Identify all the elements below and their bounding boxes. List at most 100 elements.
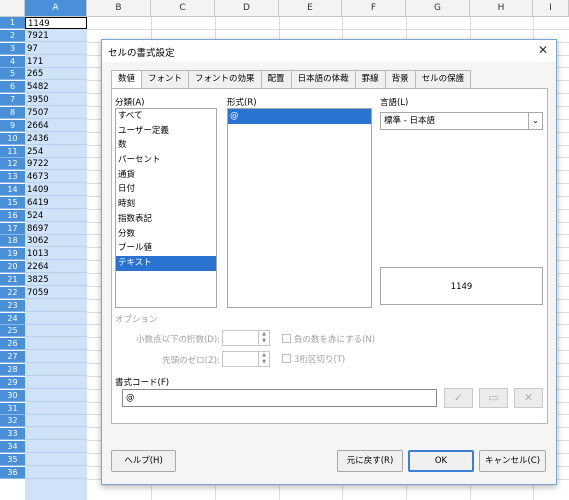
row-header[interactable]: 6 — [0, 81, 25, 94]
row-header[interactable]: 9 — [0, 119, 25, 132]
cell-a[interactable] — [25, 364, 87, 376]
cell-a[interactable]: 3825 — [25, 274, 87, 286]
category-item[interactable]: 日付 — [116, 182, 216, 197]
accept-icon[interactable]: ✓ — [444, 388, 473, 408]
row-header[interactable]: 11 — [0, 145, 25, 158]
cell-a[interactable]: 97 — [25, 43, 87, 55]
tab-font[interactable]: フォント — [141, 70, 190, 88]
row-header[interactable]: 12 — [0, 158, 25, 171]
category-item-selected[interactable]: テキスト — [116, 255, 216, 271]
cell-a[interactable]: 2664 — [25, 120, 87, 132]
column-header-b[interactable]: B — [87, 0, 151, 17]
column-header-e[interactable]: E — [279, 0, 342, 17]
format-list[interactable]: @ — [227, 108, 372, 308]
tab-borders[interactable]: 罫線 — [354, 70, 386, 88]
cell-a[interactable]: 1149 — [25, 17, 87, 29]
cell-a[interactable]: 1409 — [25, 184, 87, 197]
cell-a[interactable]: 3950 — [25, 94, 87, 107]
row-header[interactable]: 28 — [0, 363, 25, 376]
cell-a[interactable] — [25, 403, 87, 415]
cell-a[interactable]: 9722 — [25, 158, 87, 171]
row-header[interactable]: 15 — [0, 196, 25, 209]
help-button[interactable]: ヘルプ(H) — [111, 450, 176, 472]
row-header[interactable]: 5 — [0, 68, 25, 81]
row-header[interactable]: 36 — [0, 466, 25, 479]
row-header[interactable]: 20 — [0, 261, 25, 274]
cell-a[interactable] — [25, 390, 87, 402]
column-header-a[interactable]: A — [25, 0, 87, 17]
cell-a[interactable]: 265 — [25, 68, 87, 81]
column-header-d[interactable]: D — [215, 0, 279, 17]
row-header[interactable]: 23 — [0, 299, 25, 312]
cell-a[interactable] — [25, 338, 87, 351]
tab-cell-protection[interactable]: セルの保護 — [414, 70, 472, 88]
row-header[interactable]: 26 — [0, 338, 25, 351]
cell-a[interactable]: 7059 — [25, 287, 87, 299]
cancel-button[interactable]: キャンセル(C) — [479, 450, 546, 472]
row-header[interactable]: 3 — [0, 42, 25, 55]
leading-zeros-spinner[interactable]: ▲ ▼ — [222, 351, 270, 367]
cell-a[interactable]: 7921 — [25, 30, 87, 42]
row-header[interactable]: 35 — [0, 453, 25, 466]
language-select[interactable]: 標準 - 日本語 ⌄ — [380, 112, 543, 130]
category-item[interactable]: 通貨 — [116, 168, 216, 183]
cell-a[interactable] — [25, 300, 87, 312]
category-item[interactable]: 数 — [116, 138, 216, 153]
cell-a[interactable] — [25, 441, 87, 454]
format-code-input[interactable]: @ — [122, 389, 437, 407]
negative-red-checkbox[interactable] — [282, 334, 291, 343]
cell-a[interactable]: 524 — [25, 210, 87, 222]
cell-a[interactable]: 6419 — [25, 197, 87, 209]
cell-a[interactable] — [25, 351, 87, 364]
cell-a[interactable] — [25, 454, 87, 466]
row-header[interactable]: 1 — [0, 17, 25, 29]
column-header-f[interactable]: F — [342, 0, 406, 17]
format-item-selected[interactable]: @ — [228, 109, 371, 124]
thousands-separator-checkbox[interactable] — [282, 354, 291, 363]
spinner-arrows-icon[interactable]: ▲ ▼ — [258, 352, 269, 366]
row-header[interactable]: 2 — [0, 29, 25, 42]
row-header[interactable]: 33 — [0, 428, 25, 441]
column-header-c[interactable]: C — [151, 0, 215, 17]
tab-numbers[interactable]: 数値 — [111, 70, 143, 89]
row-header[interactable]: 4 — [0, 55, 25, 68]
decimal-places-spinner[interactable]: ▲ ▼ — [222, 330, 270, 346]
row-header[interactable]: 34 — [0, 441, 25, 454]
cell-a[interactable]: 2436 — [25, 133, 87, 145]
cell-a[interactable] — [25, 313, 87, 325]
row-header[interactable]: 29 — [0, 376, 25, 389]
cell-a[interactable] — [25, 325, 87, 338]
comment-icon[interactable]: ▭ — [479, 388, 508, 408]
row-header[interactable]: 19 — [0, 248, 25, 261]
row-header[interactable]: 7 — [0, 94, 25, 107]
cell-a[interactable]: 3062 — [25, 235, 87, 248]
row-header[interactable]: 17 — [0, 222, 25, 235]
cell-a[interactable]: 5482 — [25, 81, 87, 94]
row-header[interactable]: 30 — [0, 389, 25, 402]
cell-a[interactable] — [25, 377, 87, 389]
category-item[interactable]: ブール値 — [116, 241, 216, 256]
chevron-down-icon[interactable]: ⌄ — [528, 113, 542, 129]
category-item[interactable]: パーセント — [116, 153, 216, 168]
row-header[interactable]: 13 — [0, 171, 25, 184]
column-header-h[interactable]: H — [470, 0, 533, 17]
cell-a[interactable] — [25, 415, 87, 428]
cell-a[interactable]: 4673 — [25, 171, 87, 184]
dialog-titlebar[interactable]: セルの書式設定 ✕ — [102, 40, 556, 62]
row-header[interactable]: 22 — [0, 286, 25, 299]
category-item[interactable]: 指数表記 — [116, 212, 216, 227]
row-header[interactable]: 24 — [0, 312, 25, 325]
cell-a[interactable]: 8697 — [25, 223, 87, 235]
cell-a[interactable]: 171 — [25, 56, 87, 68]
category-list[interactable]: すべて ユーザー定義 数 パーセント 通貨 日付 時刻 指数表記 分数 ブール値… — [115, 108, 217, 308]
cell-a[interactable]: 1013 — [25, 248, 87, 261]
tab-asian-typography[interactable]: 日本語の体裁 — [290, 70, 356, 88]
row-header[interactable]: 14 — [0, 184, 25, 197]
category-item[interactable]: ユーザー定義 — [116, 124, 216, 139]
cell-a[interactable]: 254 — [25, 146, 87, 158]
reset-button[interactable]: 元に戻す(R) — [337, 450, 403, 472]
row-header[interactable]: 31 — [0, 402, 25, 415]
close-icon[interactable]: ✕ — [536, 43, 550, 57]
row-header[interactable]: 21 — [0, 274, 25, 286]
delete-icon[interactable]: ✕ — [514, 388, 543, 408]
